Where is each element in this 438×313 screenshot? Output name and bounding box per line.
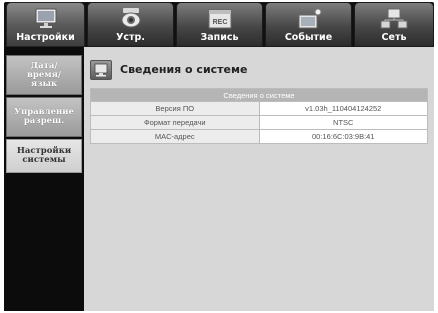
monitor-settings-icon bbox=[35, 8, 56, 28]
tab-events[interactable]: Событие bbox=[265, 2, 352, 47]
network-icon bbox=[380, 8, 408, 29]
tab-record[interactable]: REC Запись bbox=[176, 2, 263, 47]
tab-label: Устр. bbox=[116, 32, 145, 43]
tab-label: Событие bbox=[284, 32, 333, 43]
sidebar: Дата/ время/ язык Управление разреш. Нас… bbox=[4, 47, 84, 311]
camera-icon bbox=[121, 8, 140, 28]
tab-devices[interactable]: Устр. bbox=[87, 2, 174, 47]
table-header-row: Сведения о системе bbox=[90, 88, 428, 102]
content-panel: Сведения о системе Сведения о системе Ве… bbox=[84, 47, 434, 311]
sidebar-item-date-time-language[interactable]: Дата/ время/ язык bbox=[6, 55, 82, 95]
table-row-video-format: Формат передачи NTSC bbox=[90, 115, 428, 130]
video-format-label: Формат передачи bbox=[90, 115, 260, 130]
tab-label: Сеть bbox=[381, 32, 407, 43]
sidebar-item-label: Дата/ время/ язык bbox=[26, 60, 62, 89]
sidebar-item-label: Настройки системы bbox=[16, 146, 72, 165]
sidebar-item-label: Управление разреш. bbox=[14, 107, 74, 126]
rec-icon: REC bbox=[208, 9, 231, 29]
table-header: Сведения о системе bbox=[90, 88, 428, 102]
tab-settings[interactable]: Настройки bbox=[6, 2, 85, 47]
video-format-value: NTSC bbox=[258, 115, 428, 130]
system-info-icon bbox=[90, 60, 112, 80]
tab-network[interactable]: Сеть bbox=[354, 2, 434, 47]
mac-address-value: 00:16:6C:03:9B:41 bbox=[258, 129, 428, 144]
software-version-label: Версия ПО bbox=[90, 101, 260, 116]
event-icon bbox=[298, 8, 321, 29]
software-version-value: v1.03h_110404124252 bbox=[258, 101, 428, 116]
sidebar-item-permission-management[interactable]: Управление разреш. bbox=[6, 97, 82, 137]
tab-label: Настройки bbox=[16, 32, 75, 43]
table-row-software-version: Версия ПО v1.03h_110404124252 bbox=[90, 101, 428, 116]
sidebar-item-system-settings[interactable]: Настройки системы bbox=[6, 139, 82, 173]
tab-label: Запись bbox=[200, 32, 239, 43]
mac-address-label: MAC-адрес bbox=[90, 129, 260, 144]
system-info-table: Сведения о системе Версия ПО v1.03h_1104… bbox=[90, 88, 428, 144]
table-row-mac-address: MAC-адрес 00:16:6C:03:9B:41 bbox=[90, 129, 428, 144]
top-tab-bar: Настройки Устр. REC Запись Событие Сеть bbox=[4, 2, 434, 47]
dvr-settings-window: Настройки Устр. REC Запись Событие Сеть … bbox=[4, 2, 434, 311]
svg-text:REC: REC bbox=[212, 19, 227, 26]
page-header: Сведения о системе bbox=[90, 60, 390, 80]
page-title: Сведения о системе bbox=[120, 63, 248, 76]
